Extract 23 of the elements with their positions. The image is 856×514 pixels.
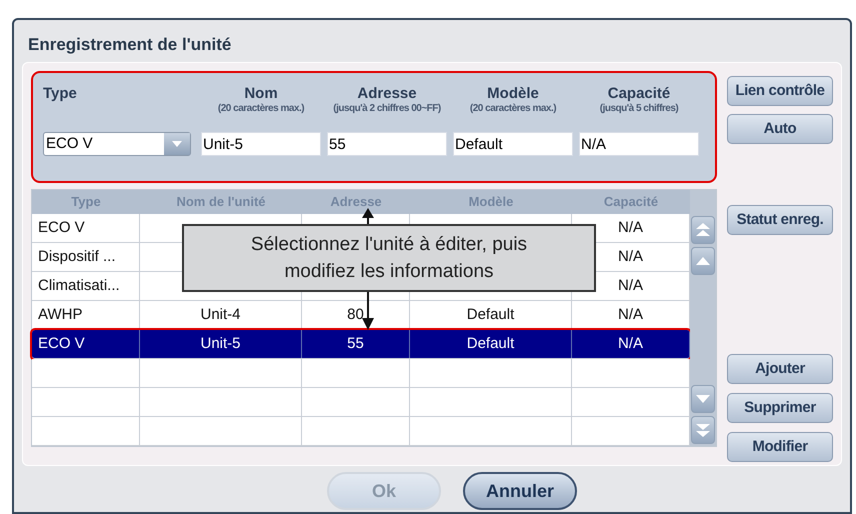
field-label: Modèle xyxy=(487,84,539,101)
column-header: Modèle xyxy=(468,193,514,211)
field-label: Capacité xyxy=(608,84,670,101)
column-header: Capacité xyxy=(602,193,660,211)
window-title: Enregistrement de l'unité xyxy=(27,34,232,56)
field-label: Nom xyxy=(244,84,278,101)
table-cell: ECO V xyxy=(32,214,140,242)
table-cell: Climatisati... xyxy=(32,272,140,300)
field-hint: (jusqu'à 5 chiffres) xyxy=(600,102,678,116)
table-cell: Unit-5 xyxy=(140,330,302,358)
type-label: Type xyxy=(43,84,78,104)
table-cell: Dispositif ... xyxy=(32,243,140,271)
column-header: Nom de l'unité xyxy=(175,193,267,211)
field-hint: (20 caractères max.) xyxy=(470,102,556,116)
column-header: Type xyxy=(70,193,102,211)
column-header: Adresse xyxy=(329,193,383,211)
field-hint: (20 caractères max.) xyxy=(218,102,304,116)
table-cell: 55 xyxy=(302,330,410,358)
callout-tooltip: Sélectionnez l'unité à éditer, puis modifiez les informations xyxy=(182,224,596,292)
table-cell: ECO V xyxy=(32,330,140,358)
table-cell: Default xyxy=(410,330,572,358)
field-hint: (jusqu'à 2 chiffres 00~FF) xyxy=(333,102,441,116)
field-label: Adresse xyxy=(357,84,417,101)
